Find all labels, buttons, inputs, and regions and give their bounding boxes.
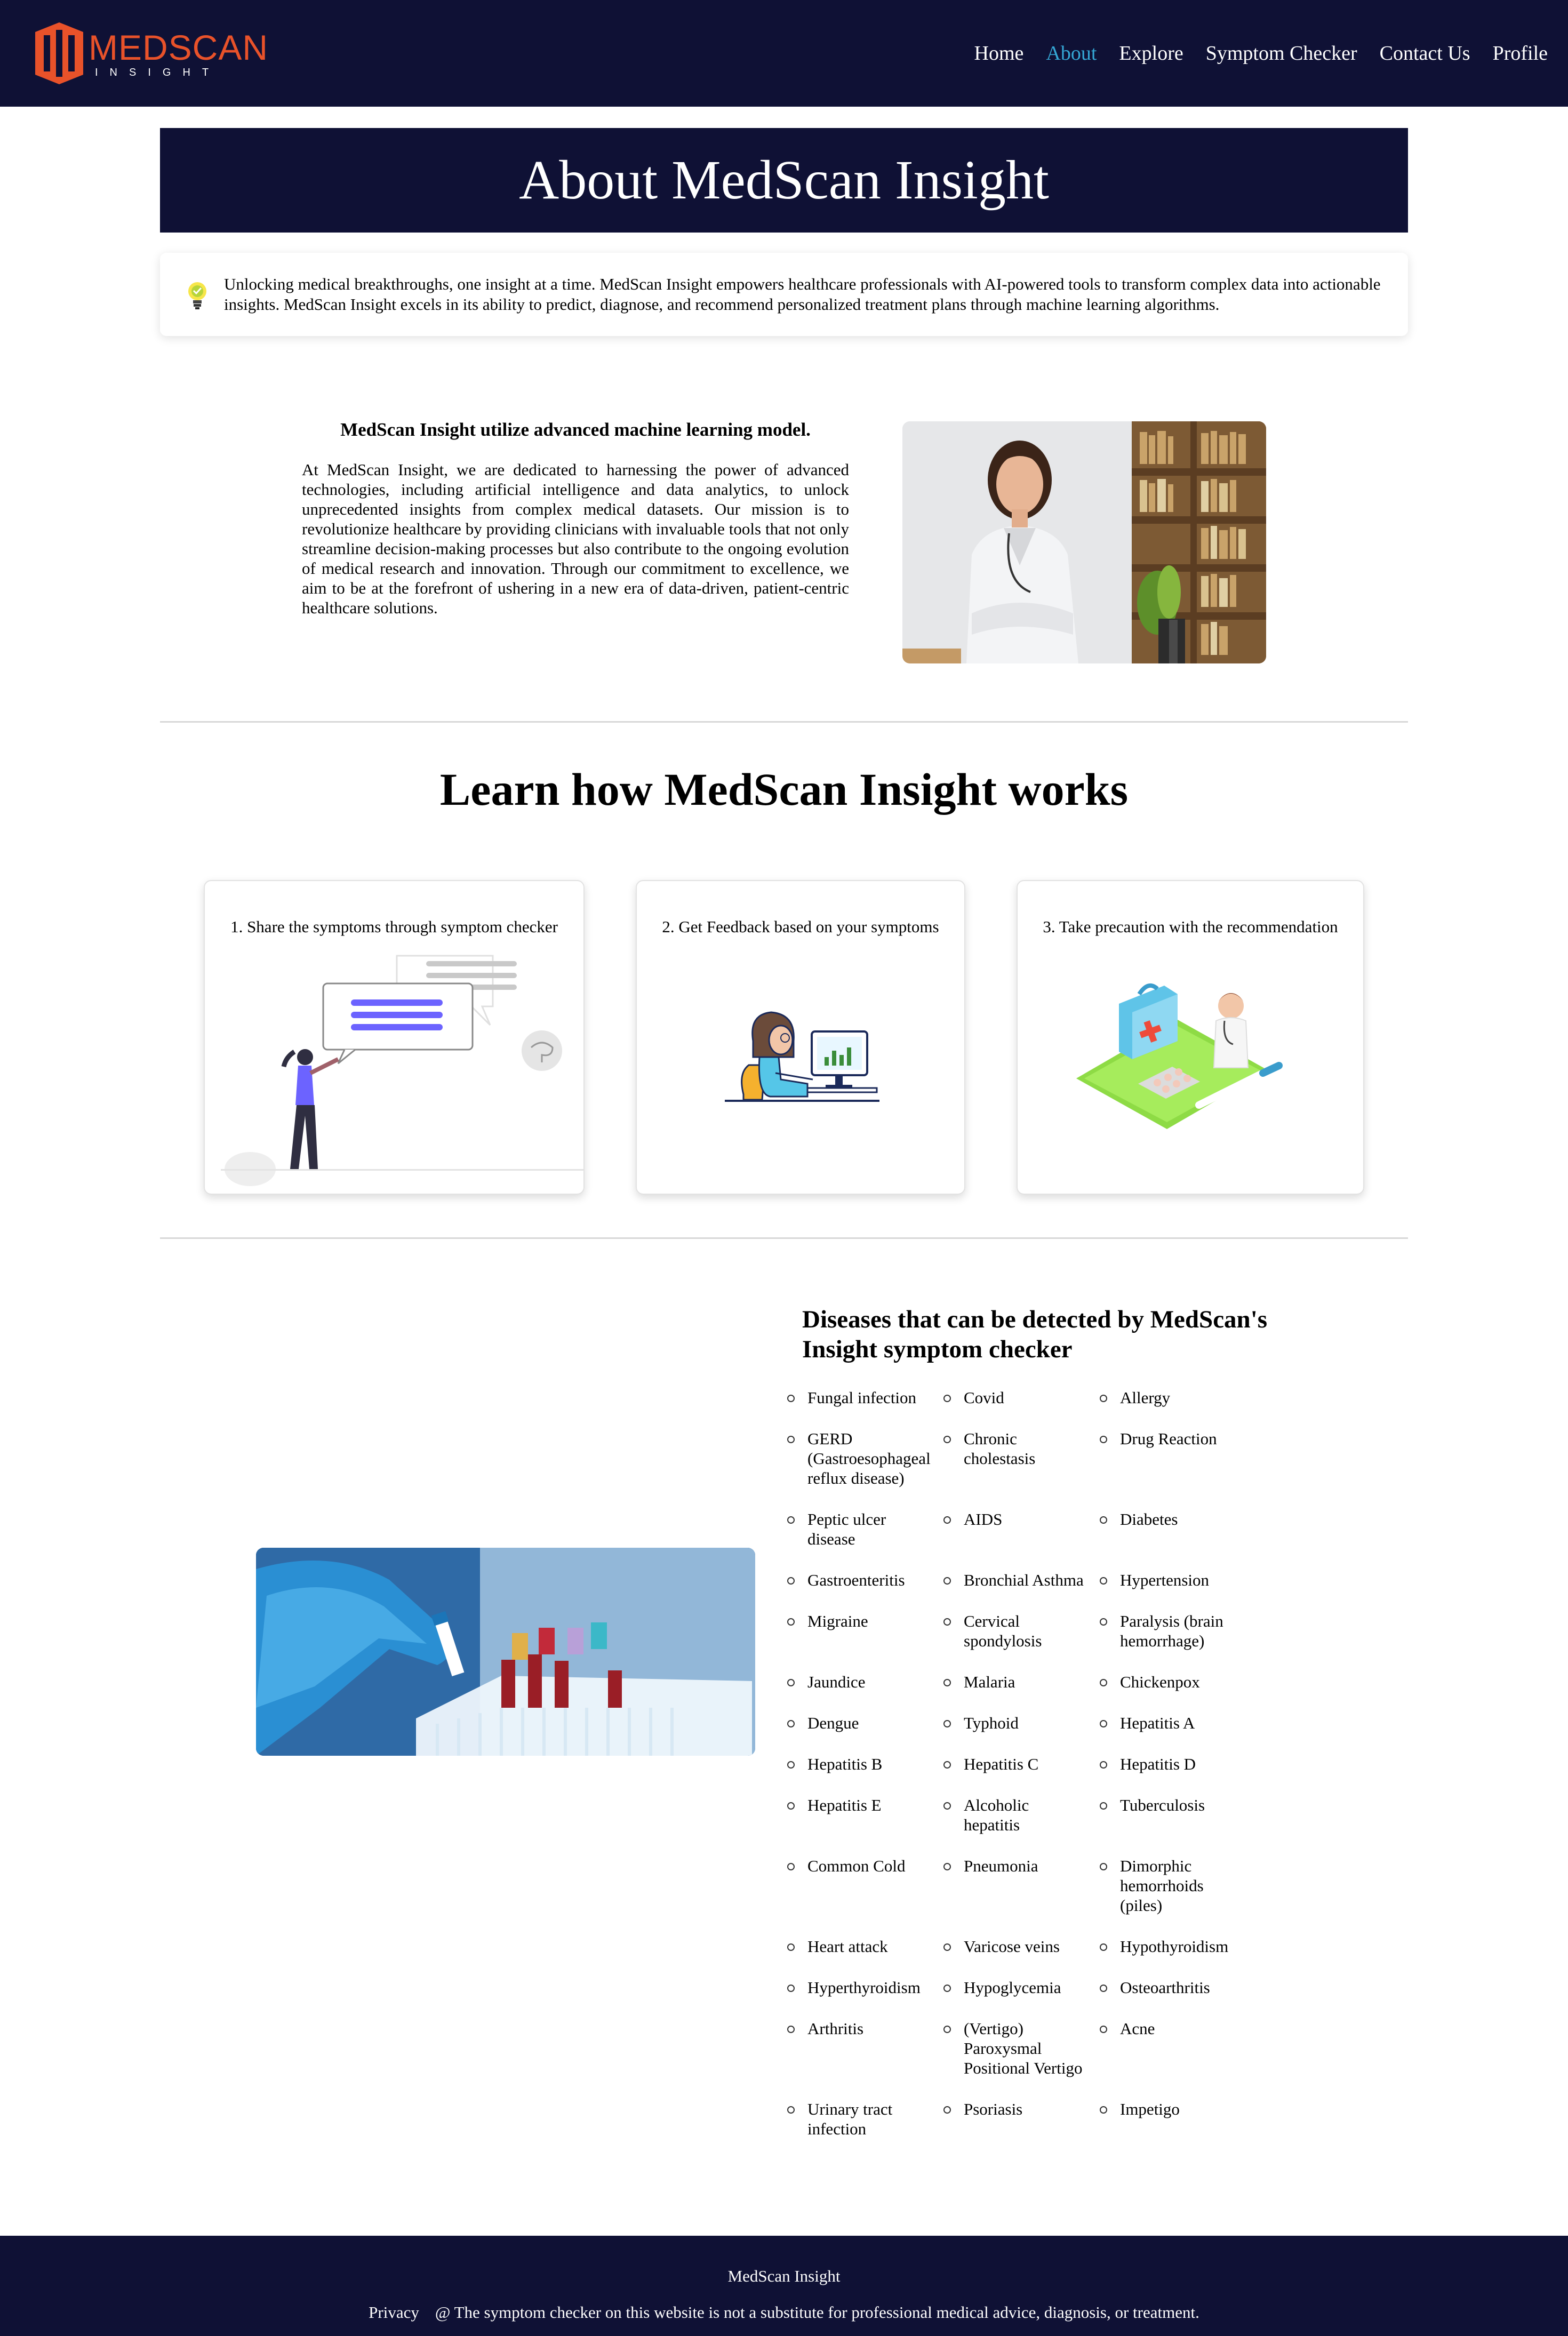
step-card-take-precaution: 3. Take precaution with the recommendati…: [1017, 880, 1364, 1195]
disease-item: Hepatitis C: [940, 1754, 1097, 1774]
main-nav: Home About Explore Symptom Checker Conta…: [974, 38, 1548, 68]
disease-item: Urinary tract infection: [784, 2099, 940, 2139]
learn-section-title: Learn how MedScan Insight works: [439, 764, 1129, 815]
doctor-illustration: [902, 421, 1266, 663]
disease-item: Hypothyroidism: [1097, 1937, 1253, 1956]
disease-item: Arthritis: [784, 2019, 940, 2078]
disease-item: Fungal infection: [784, 1388, 940, 1407]
disease-item: Hyperthyroidism: [784, 1978, 940, 1997]
disease-item: Diabetes: [1097, 1509, 1253, 1549]
disease-item: Dengue: [784, 1713, 940, 1733]
step-card-share-symptoms: 1. Share the symptoms through symptom ch…: [204, 880, 585, 1195]
lightbulb-icon: [188, 282, 206, 309]
disease-item: Hepatitis D: [1097, 1754, 1253, 1774]
disease-item: Peptic ulcer disease: [784, 1509, 940, 1549]
intro-card: Unlocking medical breakthroughs, one ins…: [160, 253, 1408, 336]
footer-brand: MedScan Insight: [727, 2267, 841, 2285]
disease-item: Osteoarthritis: [1097, 1978, 1253, 1997]
page-title: About MedScan Insight: [160, 128, 1408, 233]
navbar: MEDSCAN INSIGHT Home About Explore Sympt…: [0, 0, 1568, 107]
disease-item: Hypertension: [1097, 1570, 1253, 1590]
disease-item: Acne: [1097, 2019, 1253, 2078]
disease-item: Pneumonia: [940, 1856, 1097, 1915]
section-divider: [160, 721, 1408, 723]
disease-item: Migraine: [784, 1611, 940, 1651]
computer-user-illustration: [725, 1011, 879, 1102]
chat-illustration: [221, 955, 583, 1186]
brand-logo[interactable]: MEDSCAN INSIGHT: [35, 22, 268, 84]
disease-item: Drug Reaction: [1097, 1429, 1253, 1488]
disease-item: Common Cold: [784, 1856, 940, 1915]
disease-item: Jaundice: [784, 1672, 940, 1692]
nav-about[interactable]: About: [1046, 42, 1097, 65]
disease-item: Bronchial Asthma: [940, 1570, 1097, 1590]
disease-item: Hypoglycemia: [940, 1978, 1097, 1997]
brand-subtitle: INSIGHT: [95, 67, 221, 78]
step-card-get-feedback: 2. Get Feedback based on your symptoms: [636, 880, 965, 1195]
footer-row: Privacy @ The symptom checker on this web…: [0, 2303, 1568, 2322]
diseases-section-title: Diseases that can be detected by MedScan…: [802, 1306, 1268, 1363]
intro-text: Unlocking medical breakthroughs, one ins…: [224, 275, 1381, 314]
disease-item: GERD (Gastroesophageal reflux disease): [784, 1429, 940, 1488]
nav-home[interactable]: Home: [974, 42, 1024, 65]
disease-item: Malaria: [940, 1672, 1097, 1692]
logo-emblem-icon: [35, 22, 83, 84]
footer: MedScan Insight Privacy @ The symptom che…: [0, 2236, 1568, 2336]
disease-item: Hepatitis B: [784, 1754, 940, 1774]
disease-item: Alcoholic hepatitis: [940, 1795, 1097, 1835]
disease-item: Tuberculosis: [1097, 1795, 1253, 1835]
privacy-link[interactable]: Privacy: [369, 2303, 419, 2322]
disease-item: Paralysis (brain hemorrhage): [1097, 1611, 1253, 1651]
nav-explore[interactable]: Explore: [1119, 42, 1183, 65]
disease-item: Varicose veins: [940, 1937, 1097, 1956]
disease-item: Typhoid: [940, 1713, 1097, 1733]
nav-profile[interactable]: Profile: [1493, 42, 1548, 65]
brand-name: MEDSCAN: [89, 28, 269, 67]
disease-item: (Vertigo) Paroxysmal Positional Vertigo: [940, 2019, 1097, 2078]
disease-item: Chronic cholestasis: [940, 1429, 1097, 1488]
section-divider: [160, 1237, 1408, 1239]
nav-symptom-checker[interactable]: Symptom Checker: [1206, 42, 1357, 65]
nav-contact-us[interactable]: Contact Us: [1380, 42, 1470, 65]
diseases-list: Fungal infection Covid Allergy GERD (Gastro…: [784, 1388, 1253, 2139]
footer-disclaimer: @ The symptom checker on this website is…: [435, 2303, 1199, 2322]
disease-item: Cervical spondylosis: [940, 1611, 1097, 1651]
disease-item: Gastroenteritis: [784, 1570, 940, 1590]
disease-item: Impetigo: [1097, 2099, 1253, 2139]
ml-section-body: At MedScan Insight, we are dedicated to …: [302, 460, 849, 617]
disease-item: Dimorphic hemorrhoids (piles): [1097, 1856, 1253, 1915]
disease-item: Hepatitis E: [784, 1795, 940, 1835]
medical-kit-illustration: [1076, 983, 1283, 1129]
ml-section-title: MedScan Insight utilize advanced machine…: [340, 419, 811, 440]
disease-item: AIDS: [940, 1509, 1097, 1549]
doctor-photo: [902, 421, 1266, 663]
lab-photo: [256, 1548, 755, 1756]
disease-item: Chickenpox: [1097, 1672, 1253, 1692]
disease-item: Allergy: [1097, 1388, 1253, 1407]
blood-samples-illustration: [256, 1548, 755, 1756]
disease-item: Psoriasis: [940, 2099, 1097, 2139]
disease-item: Covid: [940, 1388, 1097, 1407]
disease-item: Hepatitis A: [1097, 1713, 1253, 1733]
disease-item: Heart attack: [784, 1937, 940, 1956]
